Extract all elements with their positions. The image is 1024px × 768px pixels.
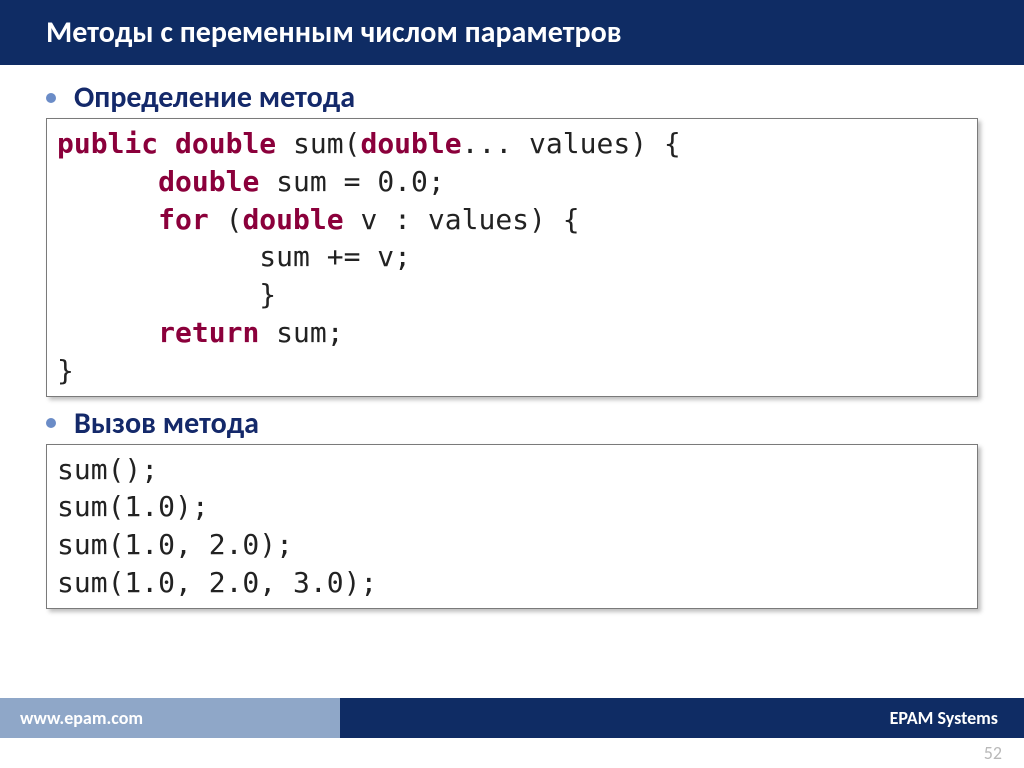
footer-bar: www.epam.com EPAM Systems bbox=[0, 698, 1024, 738]
bullet-label: Определение метода bbox=[74, 79, 355, 116]
bullet-dot-icon bbox=[46, 93, 56, 103]
bullet-item: Вызов метода bbox=[46, 405, 978, 442]
bullet-dot-icon bbox=[46, 418, 56, 428]
code-block-definition: public double sum(double... values) { do… bbox=[46, 118, 978, 397]
page-number: 52 bbox=[984, 742, 1002, 764]
code-block-call: sum(); sum(1.0); sum(1.0, 2.0); sum(1.0,… bbox=[46, 444, 978, 609]
title-bar: Методы с переменным числом параметров bbox=[0, 0, 1024, 65]
slide: Методы с переменным числом параметров Оп… bbox=[0, 0, 1024, 768]
footer-url: www.epam.com bbox=[0, 698, 340, 738]
content-area: Определение метода public double sum(dou… bbox=[0, 65, 1024, 609]
slide-title: Методы с переменным числом параметров bbox=[46, 14, 1024, 51]
bullet-label: Вызов метода bbox=[74, 405, 259, 442]
footer-company: EPAM Systems bbox=[340, 698, 1024, 738]
bullet-item: Определение метода bbox=[46, 79, 978, 116]
